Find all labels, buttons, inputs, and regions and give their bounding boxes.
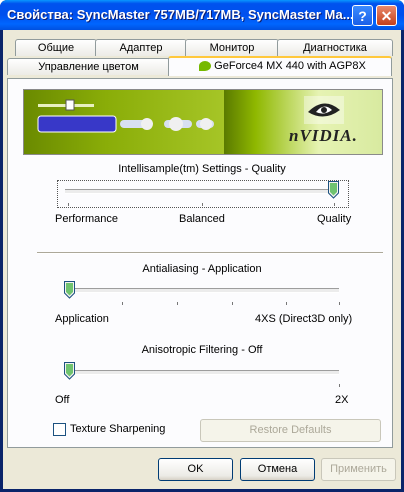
separator: [37, 252, 383, 254]
window-title: Свойства: SyncMaster 757MB/717MB, SyncMa…: [7, 7, 354, 22]
tab-diagnostics[interactable]: Диагностика: [277, 39, 393, 56]
nvidia-tab-icon: [199, 61, 211, 71]
tick-mark: [202, 203, 203, 206]
tick-mark: [334, 203, 335, 206]
tab-adapter[interactable]: Адаптер: [95, 39, 187, 56]
title-bar[interactable]: Свойства: SyncMaster 757MB/717MB, SyncMa…: [0, 0, 404, 30]
tab-color-management[interactable]: Управление цветом: [7, 58, 170, 75]
tick-mark: [68, 203, 69, 206]
anisotropic-label-max: 2X: [335, 394, 349, 406]
tab-geforce[interactable]: GeForce4 MX 440 with AGP8X: [168, 56, 392, 76]
apply-button[interactable]: Применить: [321, 458, 396, 481]
intellisample-title: Intellisample(tm) Settings - Quality: [118, 163, 286, 175]
tick-mark: [286, 302, 287, 305]
antialiasing-label-min: Application: [55, 313, 109, 325]
intellisample-focus-rect: [57, 180, 349, 208]
tab-geforce-label: GeForce4 MX 440 with AGP8X: [214, 60, 366, 72]
slider-graphic-icon: [37, 99, 214, 133]
nvidia-logo: nVIDIA.: [289, 126, 358, 145]
texture-sharpening-checkbox[interactable]: [53, 423, 66, 436]
intellisample-track[interactable]: [65, 189, 339, 194]
close-button[interactable]: ✕: [376, 5, 397, 26]
intellisample-label-balanced: Balanced: [179, 213, 225, 225]
anisotropic-slider-thumb[interactable]: [64, 362, 75, 380]
nvidia-eye-icon: [304, 96, 344, 124]
intellisample-slider-thumb[interactable]: [328, 181, 339, 199]
antialiasing-title: Antialiasing - Application: [142, 263, 262, 275]
properties-dialog: Свойства: SyncMaster 757MB/717MB, SyncMa…: [0, 0, 404, 492]
tick-mark: [122, 302, 123, 305]
texture-sharpening-label[interactable]: Texture Sharpening: [70, 423, 165, 435]
cancel-button[interactable]: Отмена: [240, 458, 315, 481]
antialiasing-label-max: 4XS (Direct3D only): [255, 313, 353, 325]
antialiasing-slider-thumb[interactable]: [64, 281, 75, 299]
tab-monitor[interactable]: Монитор: [185, 39, 279, 56]
antialiasing-track[interactable]: [65, 288, 339, 293]
ok-button[interactable]: OK: [158, 458, 233, 481]
restore-defaults-button[interactable]: Restore Defaults: [200, 419, 381, 442]
nvidia-banner: nVIDIA.: [23, 89, 383, 155]
tick-mark: [339, 384, 340, 387]
anisotropic-label-min: Off: [55, 394, 70, 406]
intellisample-label-performance: Performance: [55, 213, 118, 225]
anisotropic-track[interactable]: [65, 370, 339, 375]
tick-mark: [177, 302, 178, 305]
tab-general[interactable]: Общие: [15, 39, 97, 56]
anisotropic-title: Anisotropic Filtering - Off: [141, 344, 263, 356]
help-button[interactable]: ?: [352, 5, 373, 26]
intellisample-label-quality: Quality: [317, 213, 352, 225]
tick-mark: [232, 302, 233, 305]
tick-mark: [339, 302, 340, 305]
